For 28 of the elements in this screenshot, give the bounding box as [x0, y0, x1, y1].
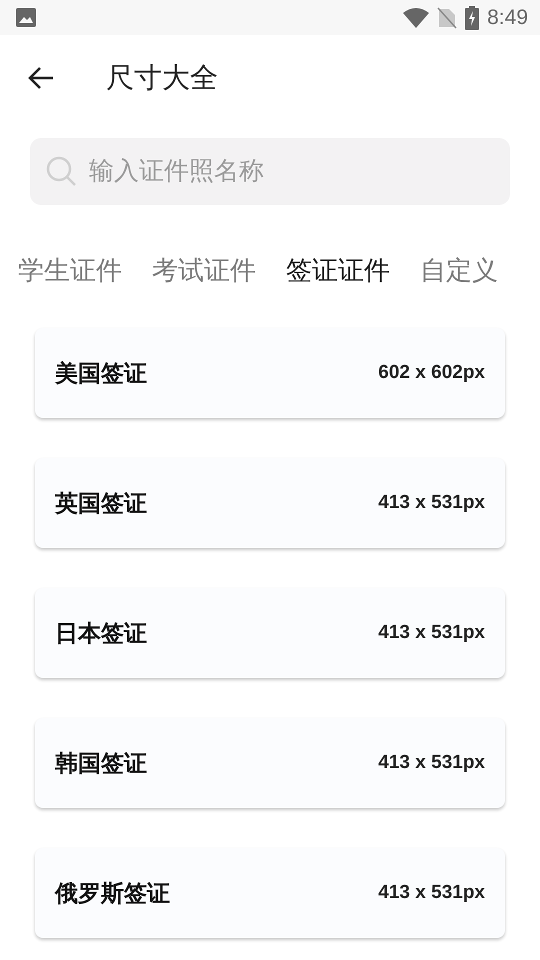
category-tab[interactable]: 自定义: [420, 251, 498, 290]
pixel-size: 413 x 531px: [378, 880, 485, 905]
visa-name: 美国签证: [55, 358, 147, 388]
category-tab[interactable]: 学生证件: [18, 251, 122, 290]
search-icon: [46, 156, 77, 187]
pixel-size: 602 x 602px: [378, 360, 485, 385]
size-card[interactable]: 韩国签证 413 x 531px: [35, 718, 505, 808]
battery-icon: [465, 6, 480, 30]
size-card[interactable]: 美国签证 602 x 602px: [35, 328, 505, 418]
wifi-icon: [403, 8, 430, 28]
search-field[interactable]: 输入证件照名称: [30, 138, 510, 205]
visa-name: 韩国签证: [55, 748, 147, 778]
visa-name: 英国签证: [55, 488, 147, 518]
pixel-size: 413 x 531px: [378, 620, 485, 645]
size-card[interactable]: 日本签证 413 x 531px: [35, 588, 505, 678]
status-time: 8:49: [487, 4, 528, 31]
category-tab[interactable]: 签证证件: [286, 251, 390, 290]
pixel-size: 413 x 531px: [378, 490, 485, 515]
visa-name: 日本签证: [55, 618, 147, 648]
size-card[interactable]: 英国签证 413 x 531px: [35, 458, 505, 548]
page-title: 尺寸大全: [106, 60, 218, 94]
size-card[interactable]: 俄罗斯签证 413 x 531px: [35, 848, 505, 938]
pixel-size: 413 x 531px: [378, 750, 485, 775]
image-icon: [16, 8, 36, 27]
no-sim-icon: [437, 6, 458, 28]
back-arrow-icon[interactable]: [28, 66, 54, 90]
visa-name: 俄罗斯签证: [55, 878, 170, 908]
category-tab[interactable]: 考试证件: [152, 251, 256, 290]
